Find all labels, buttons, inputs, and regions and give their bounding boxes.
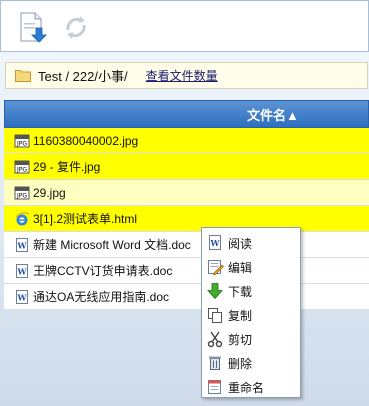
doc-file-icon: W — [16, 263, 28, 278]
file-name: 王牌CCTV订货申请表.doc — [33, 264, 173, 278]
breadcrumb: Test / 222/小事/ 查看文件数量 — [5, 62, 368, 89]
menu-item-label: 下载 — [228, 284, 253, 299]
context-menu: W 阅读 编辑 下载 复制 剪切 删除 重命名 — [201, 227, 301, 398]
file-name: 新建 Microsoft Word 文档.doc — [33, 238, 191, 252]
svg-text:W: W — [210, 238, 221, 248]
table-row[interactable]: W 王牌CCTV订货申请表.doc — [4, 258, 369, 284]
file-name: 29.jpg — [33, 185, 66, 200]
svg-text:W: W — [17, 240, 28, 250]
svg-text:JPG: JPG — [16, 140, 27, 147]
menu-item-label: 复制 — [228, 308, 253, 323]
file-name: 通达OA无线应用指南.doc — [33, 290, 170, 304]
menu-item-label: 阅读 — [228, 236, 253, 251]
refresh-button[interactable] — [61, 11, 91, 43]
file-table: 文件名▲ JPG 1160380040002.jpg JPG 29 - 复件.j… — [4, 100, 369, 310]
menu-item-copy[interactable]: 复制 — [202, 303, 300, 327]
file-name: 1160380040002.jpg — [33, 133, 139, 148]
upload-button[interactable] — [18, 11, 48, 43]
folder-icon — [15, 70, 31, 82]
table-row[interactable]: JPG 29 - 复件.jpg — [4, 154, 369, 180]
read-icon: W — [209, 235, 221, 250]
menu-item-rename[interactable]: 重命名 — [202, 375, 300, 399]
menu-item-label: 重命名 — [228, 380, 265, 395]
menu-item-download[interactable]: 下载 — [202, 279, 300, 303]
refresh-icon — [66, 16, 86, 39]
file-name: 3[1].2测试表单.html — [33, 212, 138, 226]
doc-file-icon: W — [16, 237, 28, 252]
table-row[interactable]: JPG 1160380040002.jpg — [4, 128, 369, 154]
file-name: 29 - 复件.jpg — [33, 160, 101, 174]
menu-item-read[interactable]: W 阅读 — [202, 231, 300, 255]
jpg-file-icon: JPG — [14, 160, 30, 173]
jpg-file-icon: JPG — [14, 134, 30, 147]
svg-text:JPG: JPG — [16, 166, 27, 173]
jpg-file-icon: JPG — [14, 186, 30, 199]
table-row[interactable]: W 通达OA无线应用指南.doc — [4, 284, 369, 310]
menu-item-label: 编辑 — [228, 260, 253, 275]
svg-text:JPG: JPG — [16, 192, 27, 199]
edit-icon — [208, 260, 224, 276]
svg-text:W: W — [17, 266, 28, 276]
menu-item-delete[interactable]: 删除 — [202, 351, 300, 375]
table-row[interactable]: 3[1].2测试表单.html — [4, 206, 369, 232]
menu-item-label: 剪切 — [228, 332, 253, 347]
copy-icon — [208, 308, 222, 323]
table-row[interactable]: W 新建 Microsoft Word 文档.doc — [4, 232, 369, 258]
rename-icon — [208, 380, 221, 394]
view-file-count-link[interactable]: 查看文件数量 — [146, 67, 218, 84]
menu-item-cut[interactable]: 剪切 — [202, 327, 300, 351]
download-icon — [207, 283, 223, 300]
current-path: Test / 222/小事/ — [38, 69, 128, 84]
menu-item-label: 删除 — [228, 356, 253, 371]
column-header-filename[interactable]: 文件名▲ — [4, 100, 369, 128]
upload-icon — [20, 12, 47, 43]
cut-icon — [207, 331, 223, 348]
column-header-label: 文件名▲ — [247, 107, 299, 123]
html-file-icon — [15, 211, 30, 225]
delete-icon — [209, 356, 221, 370]
doc-file-icon: W — [16, 289, 28, 304]
toolbar — [0, 0, 369, 52]
table-row[interactable]: JPG 29.jpg — [4, 180, 369, 206]
svg-text:W: W — [17, 292, 28, 302]
menu-item-edit[interactable]: 编辑 — [202, 255, 300, 279]
